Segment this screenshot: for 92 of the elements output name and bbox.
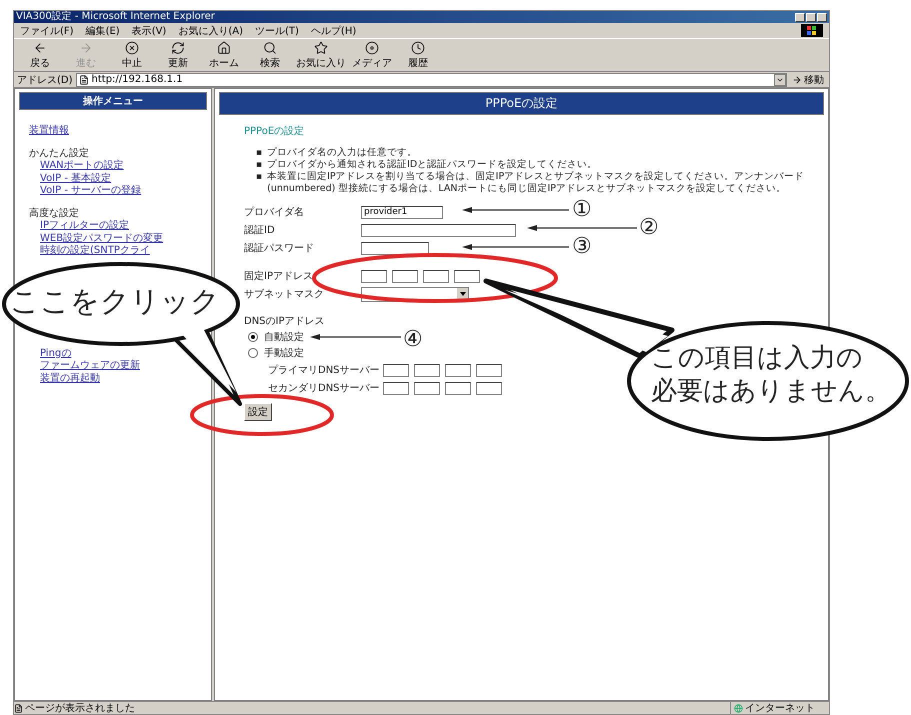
ip-octet-field[interactable] (414, 382, 440, 394)
text-field[interactable] (361, 224, 516, 236)
ip-octet-field[interactable] (382, 382, 409, 394)
status-text: ページが表示されました (14, 701, 730, 715)
window-title: VIA300設定 - Microsoft Internet Explorer (16, 11, 215, 23)
radio-button[interactable] (248, 348, 258, 358)
search-icon (263, 40, 277, 54)
menu-item[interactable]: 編集(E) (86, 24, 120, 38)
address-label: アドレス(D) (17, 74, 73, 86)
note-text: プロバイダ名の入力は任意です。 (267, 147, 418, 159)
step-number: ① (572, 199, 592, 221)
ip-octet-field[interactable] (423, 270, 449, 282)
radio-label: 手動設定 (264, 346, 304, 360)
zone-label: インターネット (730, 701, 829, 715)
ip-octet-field[interactable] (454, 270, 480, 282)
menu-link[interactable]: Pingの (40, 348, 72, 360)
home-icon (217, 40, 231, 54)
toolbar-button[interactable]: ホーム (204, 40, 244, 70)
callout-text: ここをクリック (10, 283, 220, 320)
step-number: ④ (403, 329, 423, 351)
menu-section-heading: 高度な設定 (29, 208, 80, 220)
menu-link[interactable]: ファームウェアの更新 (40, 360, 140, 372)
menu-section-heading: かんたん設定 (29, 148, 90, 160)
clock-icon (411, 40, 425, 54)
field-label: 認証ID (244, 224, 276, 237)
bullet: ▪ (256, 159, 262, 171)
note-text: 本装置に固定IPアドレスを割り当てる場合は、固定IPアドレスとサブネットマスクを設定してください。アンナンバード(unnumbered) 型接続にする場合は、LANポートにも同じ固定IPアドレスとサブネットマスクを設定してください。 (267, 171, 806, 195)
star-icon (314, 40, 328, 54)
menu-link[interactable]: VoIP - サーバーの登録 (40, 185, 142, 198)
close-button[interactable] (817, 12, 827, 22)
ip-octet-field[interactable] (476, 382, 502, 394)
page-icon (14, 704, 23, 712)
field-label: 固定IPアドレス (244, 270, 314, 283)
menu-link[interactable]: WEB設定パスワードの変更 (40, 232, 164, 245)
text-field[interactable]: provider1 (361, 206, 443, 218)
ip-octet-field[interactable] (444, 364, 471, 376)
toolbar-button[interactable]: 履歴 (398, 40, 438, 70)
field-label: プライマリDNSサーバー (268, 364, 380, 377)
ip-octet-field[interactable] (392, 270, 418, 282)
ip-octet-field[interactable] (382, 364, 409, 376)
menu-link[interactable]: 装置情報 (29, 125, 69, 138)
menu-link[interactable]: VoIP - 基本設定 (40, 172, 112, 185)
section-label: DNSのIPアドレス (244, 315, 325, 328)
menu-link[interactable]: 時刻の設定(SNTPクライ (40, 245, 150, 258)
bullet: ▪ (256, 171, 262, 183)
bullet: ▪ (256, 147, 262, 159)
step-number: ③ (572, 236, 592, 258)
menu-item[interactable]: ファイル(F) (20, 24, 74, 38)
menu-link[interactable]: WANポートの設定 (40, 160, 124, 172)
field-label: プロバイダ名 (244, 206, 305, 219)
menu-header: 操作メニュー (19, 92, 207, 110)
dropdown-arrow-icon (460, 292, 466, 296)
menu-item[interactable]: ヘルプ(H) (310, 24, 356, 38)
radio-label: 自動設定 (264, 330, 304, 344)
text-field[interactable] (361, 242, 429, 254)
menu-item[interactable]: お気に入り(A) (178, 24, 243, 38)
page-banner: PPPoEの設定 (219, 92, 824, 115)
arrow-icon (792, 74, 802, 84)
field-label: セカンダリDNSサーバー (268, 382, 380, 395)
field-label: サブネットマスク (244, 288, 325, 301)
ip-octet-field[interactable] (476, 364, 502, 376)
toolbar-button[interactable]: メディア (352, 40, 392, 70)
ip-octet-field[interactable] (361, 270, 387, 282)
note-text: プロバイダから通知される認証IDと認証パスワードを設定してください。 (267, 159, 598, 171)
submit-button[interactable]: 設定 (244, 403, 272, 421)
maximize-button[interactable] (806, 12, 816, 22)
globe-icon (734, 704, 743, 712)
field-label: 認証パスワード (244, 242, 315, 255)
callout-text: この項目は入力の 必要はありません。 (651, 342, 891, 407)
go-button[interactable]: 移動 (790, 72, 826, 86)
toolbar-button[interactable]: 中止 (112, 40, 152, 70)
step-number: ② (639, 217, 659, 239)
ip-octet-field[interactable] (444, 382, 471, 394)
ip-octet-field[interactable] (414, 364, 440, 376)
address-field[interactable]: http://192.168.1.1 (76, 72, 787, 86)
toolbar-button[interactable]: 検索 (250, 40, 290, 70)
toolbar-button[interactable]: 更新 (158, 40, 198, 70)
stop-icon (125, 40, 139, 54)
refresh-icon (171, 40, 185, 54)
toolbar-button[interactable]: 戻る (20, 40, 60, 70)
menu-link[interactable]: 装置の再起動 (40, 372, 100, 385)
minimize-button[interactable] (795, 12, 805, 22)
menu-item[interactable]: 表示(V) (132, 24, 166, 38)
page-icon (78, 74, 89, 84)
page-heading: PPPoEの設定 (244, 124, 306, 138)
logo-icon (801, 24, 823, 37)
menu-item[interactable]: ツール(T) (255, 24, 299, 38)
menu-link[interactable]: IPフィルターの設定 (40, 220, 129, 232)
toolbar-button[interactable]: お気に入り (296, 40, 346, 70)
radio-button[interactable] (248, 332, 258, 342)
disc-icon (365, 40, 379, 54)
dropdown[interactable] (361, 286, 469, 302)
